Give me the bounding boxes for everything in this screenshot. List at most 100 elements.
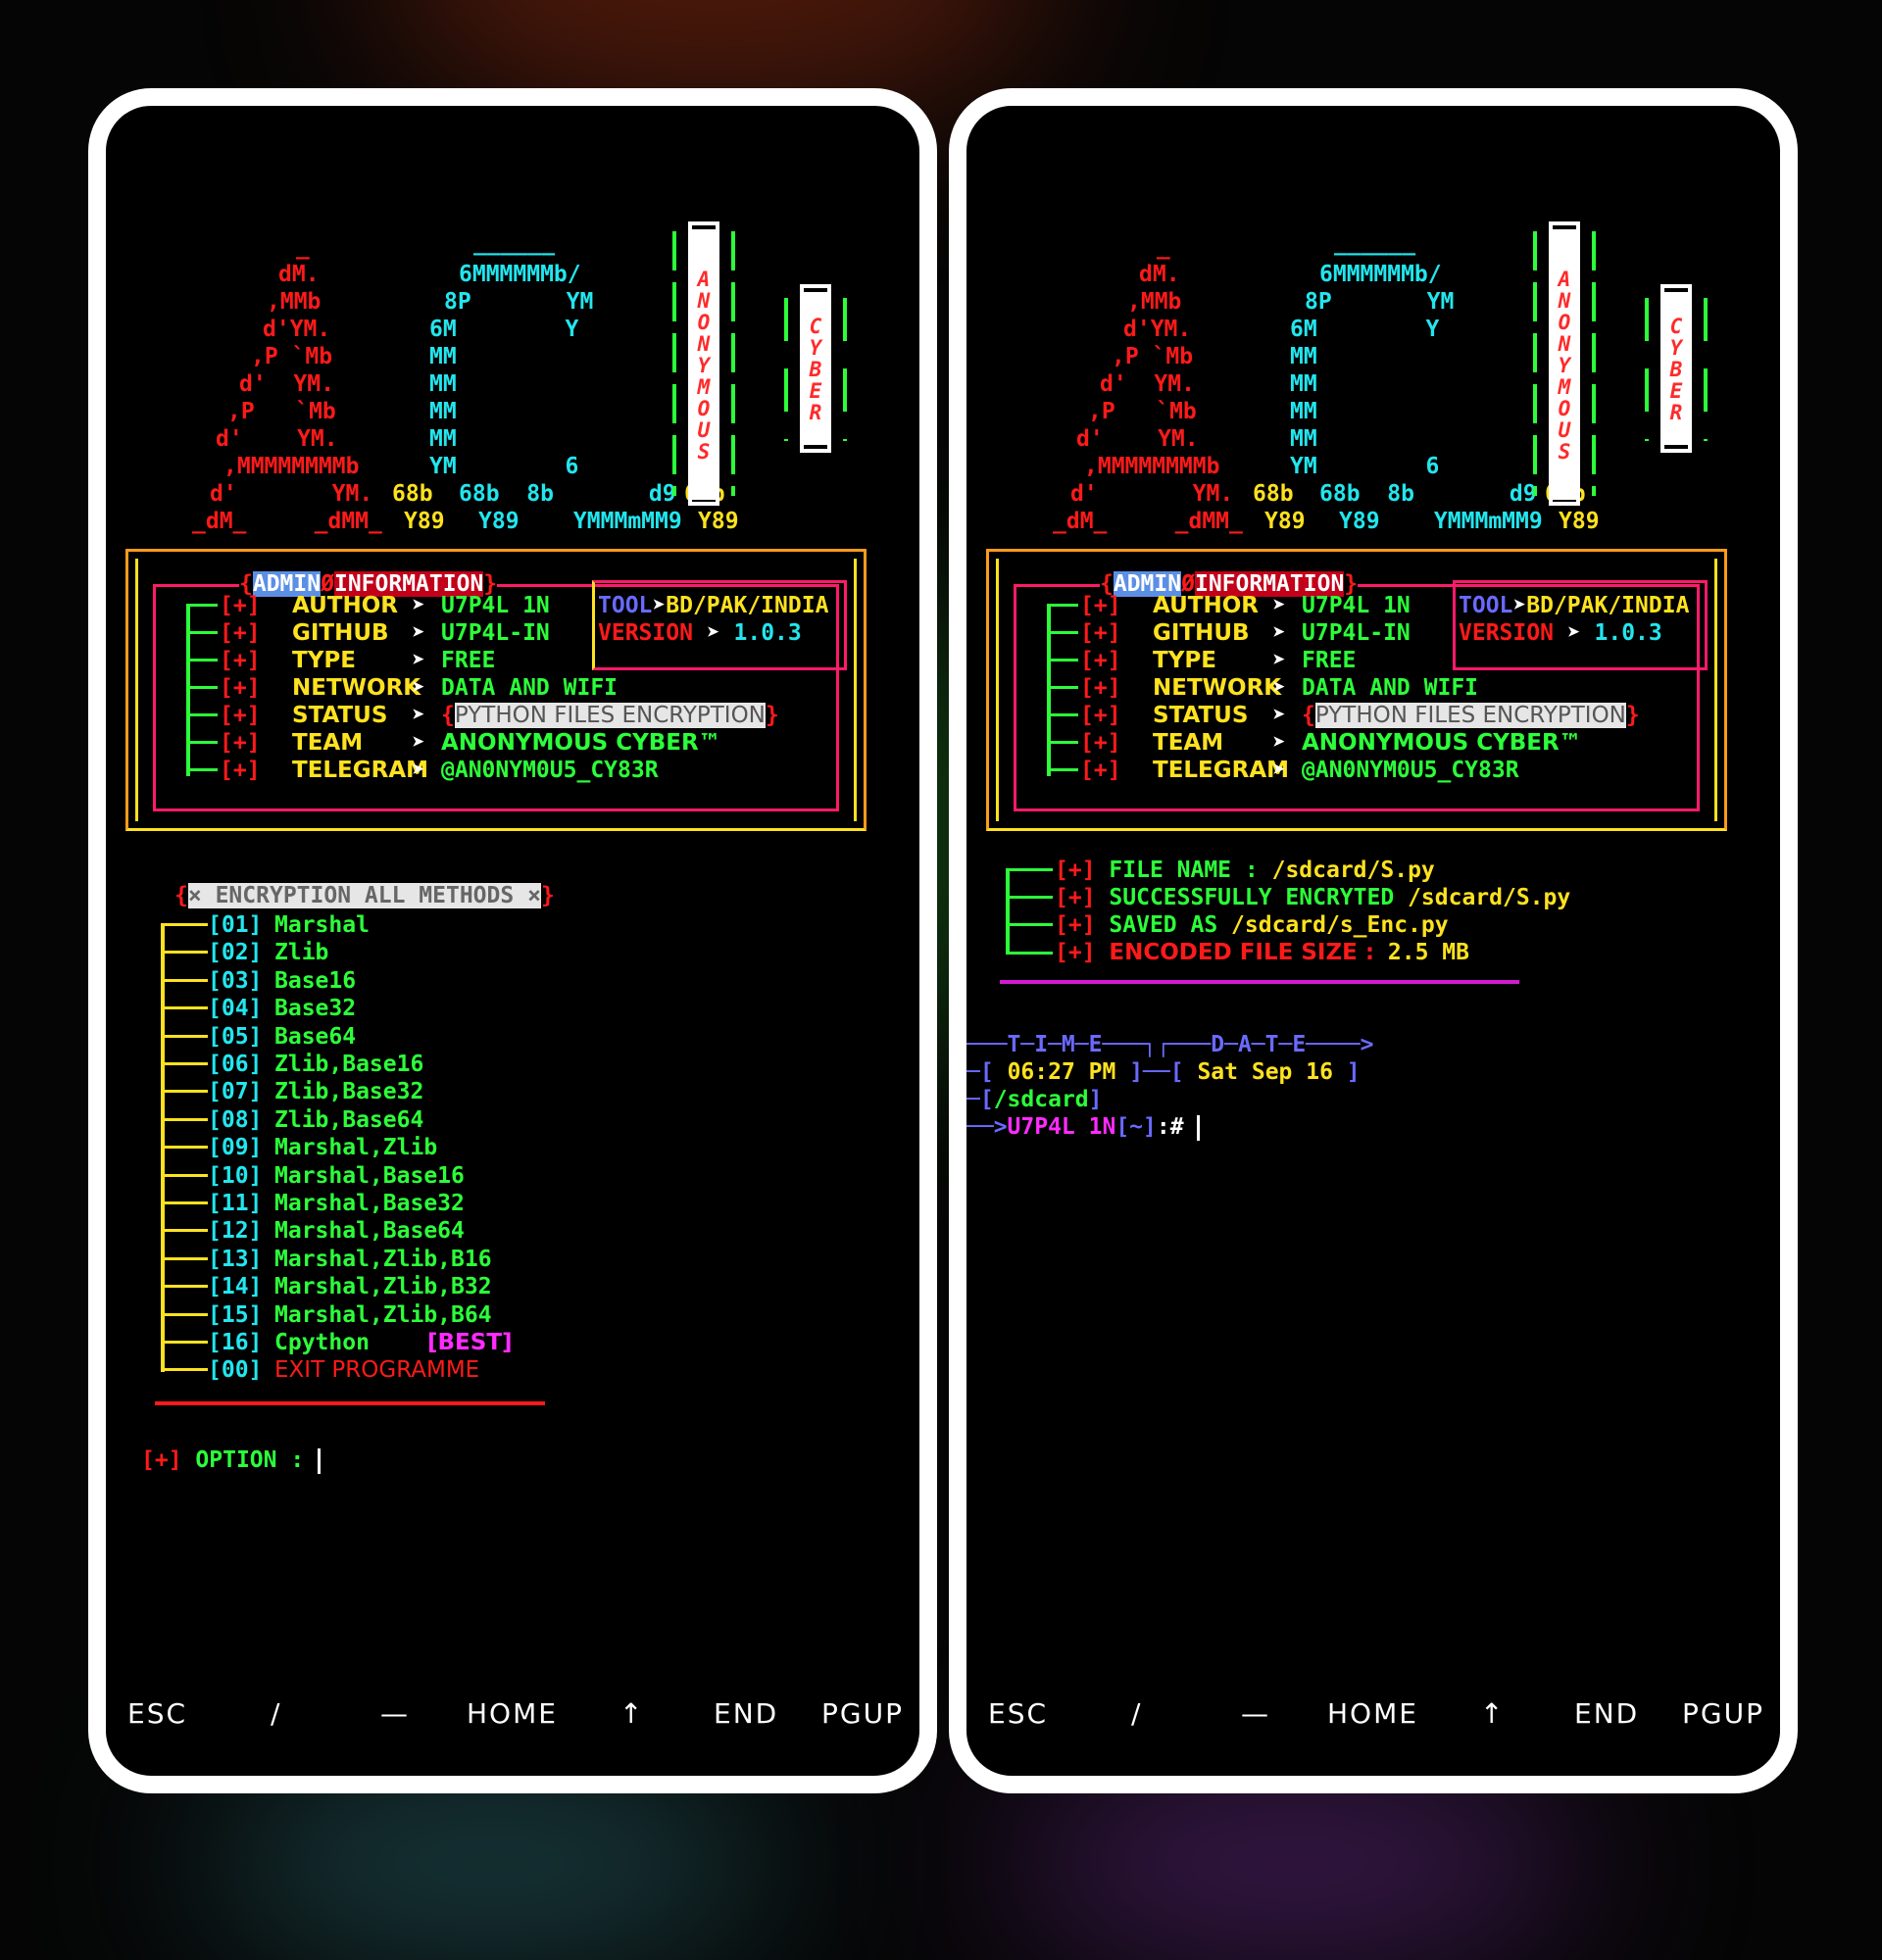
- terminal-right: _ dM. ,MMb d'YM. ,P `Mb d' YM. ,P `Mb d'…: [966, 106, 1780, 1776]
- anonymous-bar-right: [1592, 231, 1596, 496]
- key-home[interactable]: HOME: [1327, 1697, 1418, 1730]
- key-slash[interactable]: /: [271, 1697, 281, 1730]
- tree-branch: [186, 741, 218, 744]
- ascii-c-line: 6MMMMMMb/: [1319, 262, 1442, 287]
- info-prefix: [+]: [220, 620, 261, 646]
- ascii-a-line: dM.: [278, 262, 320, 287]
- info-key: TELEGRAM: [292, 758, 429, 783]
- info-value: @AN0NYM0U5_CY83R: [1302, 758, 1519, 783]
- close-icon: ×: [527, 883, 541, 908]
- ascii-a-line: ,MMMMMMMMb: [1084, 454, 1220, 479]
- tree-branch: [161, 1368, 208, 1372]
- ascii-a-line: d' YM.: [216, 426, 338, 452]
- ascii-a-line: ,MMb: [267, 289, 322, 315]
- menu-item-label: Zlib,Base64: [274, 1106, 424, 1133]
- key-end[interactable]: END: [714, 1697, 778, 1730]
- tree-branch: [186, 659, 218, 662]
- key-end[interactable]: END: [1574, 1697, 1639, 1730]
- cyber-vertical-text: CYBER: [1664, 292, 1688, 445]
- menu-item-label: Marshal,Base64: [274, 1218, 465, 1245]
- info-prefix: [+]: [220, 675, 261, 701]
- menu-item-number: [10]: [208, 1162, 263, 1189]
- ascii-c-line: 8P YM: [1305, 289, 1455, 315]
- menu-item-number: [05]: [208, 1023, 263, 1050]
- ascii-c-line: 68b 8b d9: [459, 481, 676, 507]
- info-key: NETWORK: [1153, 675, 1282, 701]
- info-key: STATUS: [1153, 703, 1249, 728]
- tree-branch: [161, 1285, 208, 1289]
- key-dash[interactable]: —: [380, 1697, 410, 1730]
- ascii-a-line: dM.: [1139, 262, 1180, 287]
- tree-branch: [161, 951, 208, 955]
- tree-branch: [161, 1312, 208, 1316]
- result-line-saved: [+] SAVED AS /sdcard/s_Enc.py: [1055, 912, 1449, 938]
- tree-branch: [161, 1034, 208, 1038]
- menu-item-number: [15]: [208, 1301, 263, 1328]
- tree-branch: [1047, 604, 1078, 607]
- menu-item-label: Cpython: [274, 1330, 370, 1355]
- menu-item-label: Zlib,Base16: [274, 1052, 424, 1077]
- ascii-c-line: MM: [429, 371, 457, 397]
- arrow-icon: ➤: [412, 593, 425, 618]
- info-key: TELEGRAM: [1153, 758, 1290, 783]
- background-glow: [1000, 1764, 1588, 1960]
- ascii-i-bottom: Y89: [1264, 509, 1306, 534]
- extra-keys-bar: ESC / — HOME ↑ END PGUP: [106, 1697, 919, 1737]
- ascii-a-line: ,P `Mb: [227, 399, 336, 424]
- tree-branch: [186, 686, 218, 689]
- tree-branch: [161, 1062, 208, 1065]
- tree-branch: [186, 713, 218, 716]
- key-esc[interactable]: ESC: [127, 1697, 187, 1730]
- info-prefix: [+]: [1080, 703, 1121, 728]
- key-slash[interactable]: /: [1131, 1697, 1142, 1730]
- key-pgup[interactable]: PGUP: [1682, 1697, 1764, 1730]
- menu-item-number: [14]: [208, 1274, 263, 1300]
- command-line[interactable]: ──>U7P4L 1N[~]:#: [966, 1113, 1201, 1141]
- tree-branch: [1047, 686, 1078, 689]
- option-prompt[interactable]: [+] OPTION :: [141, 1446, 322, 1474]
- menu-item-number: [03]: [208, 967, 263, 994]
- key-dash[interactable]: —: [1241, 1697, 1270, 1730]
- directory-row: ─[/sdcard]: [966, 1087, 1103, 1112]
- menu-item-number: [13]: [208, 1246, 263, 1272]
- cyber-vertical-text: CYBER: [804, 292, 827, 445]
- key-up[interactable]: ↑: [619, 1697, 644, 1730]
- tree-branch: [161, 1117, 208, 1121]
- ascii-c-line: ______: [473, 230, 556, 256]
- result-line-file-name: [+] FILE NAME : /sdcard/S.py: [1055, 858, 1435, 883]
- arrow-icon: ➤: [412, 758, 425, 783]
- info-value: U7P4L 1N: [441, 593, 550, 618]
- cursor: [1197, 1114, 1201, 1141]
- ascii-c-line: 6M Y: [1290, 317, 1440, 342]
- ascii-a-line: d' YM.: [1076, 426, 1199, 452]
- menu-item-number: [11]: [208, 1191, 263, 1216]
- info-prefix: [+]: [220, 648, 261, 673]
- tree-branch: [186, 768, 218, 771]
- key-pgup[interactable]: PGUP: [821, 1697, 904, 1730]
- arrow-icon: ➤: [1272, 593, 1286, 618]
- result-trunk: [1006, 868, 1010, 955]
- tree-branch: [161, 1341, 208, 1344]
- arrow-icon: ➤: [412, 620, 425, 646]
- ascii-a-line: _: [1143, 234, 1170, 260]
- ascii-c-line: MM: [1290, 399, 1317, 424]
- info-key: AUTHOR: [1153, 593, 1259, 618]
- ascii-i-top: 68b: [1253, 481, 1294, 507]
- ascii-a-line: _dM_ _dMM_: [1053, 509, 1243, 534]
- menu-item-label: Base64: [274, 1023, 357, 1050]
- key-esc[interactable]: ESC: [988, 1697, 1048, 1730]
- clock-time: 06:27 PM: [1007, 1059, 1116, 1085]
- key-up[interactable]: ↑: [1480, 1697, 1505, 1730]
- menu-item-label: Base16: [274, 967, 357, 994]
- tree-branch: [1047, 768, 1078, 771]
- info-key: TEAM: [292, 730, 364, 756]
- info-value: DATA AND WIFI: [441, 675, 619, 701]
- key-home[interactable]: HOME: [467, 1697, 558, 1730]
- menu-item-label: EXIT PROGRAMME: [274, 1357, 480, 1384]
- ascii-a-line: ,MMb: [1127, 289, 1182, 315]
- status-badge: {PYTHON FILES ENCRYPTION}: [1302, 703, 1640, 728]
- info-key: GITHUB: [292, 620, 389, 646]
- menu-item-number: [04]: [208, 996, 263, 1022]
- result-line-size: [+] ENCODED FILE SIZE : 2.5 MB: [1055, 940, 1470, 965]
- best-badge: [BEST]: [427, 1330, 513, 1355]
